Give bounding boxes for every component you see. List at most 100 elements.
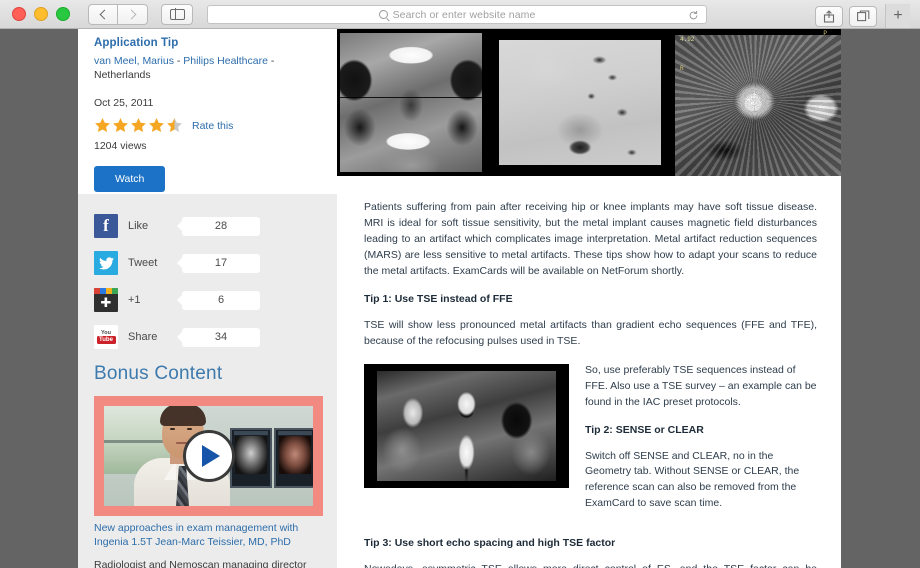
monitor-scan-image: [279, 436, 311, 474]
view-count: 1204 views: [94, 140, 147, 153]
chevron-left-icon: [99, 9, 109, 19]
publish-date: Oct 25, 2011: [94, 97, 154, 110]
ct-orientation-p-label: P: [823, 30, 827, 37]
bonus-video-card[interactable]: [94, 396, 323, 516]
window-controls: [12, 7, 70, 21]
author-separator-1: -: [173, 55, 184, 67]
close-window-button[interactable]: [12, 7, 26, 21]
video-thumbnail[interactable]: [104, 406, 313, 506]
banner-image-coronal-mri: [337, 29, 485, 176]
article-meta: Application Tip van Meel, Marius - Phili…: [78, 29, 337, 193]
star-icon[interactable]: [130, 117, 147, 134]
tip2-paragraph: Switch off SENSE and CLEAR, no in the Ge…: [585, 449, 800, 510]
star-icon[interactable]: [94, 117, 111, 134]
twitter-icon[interactable]: [94, 251, 118, 275]
banner-image-mars-mri: [485, 29, 675, 176]
tip1-side-paragraph: So, use preferably TSE sequences instead…: [585, 363, 817, 408]
person-eye-right: [187, 427, 192, 430]
article-sidebar: Application Tip van Meel, Marius - Phili…: [78, 29, 337, 568]
author-line: van Meel, Marius - Philips Healthcare - …: [94, 55, 321, 82]
person-hair: [160, 406, 206, 426]
article-intro-paragraph: Patients suffering from pain after recei…: [364, 201, 817, 277]
author-separator-2: -: [267, 55, 275, 67]
person-brow-left: [168, 423, 176, 425]
article-image-pelvis-mri: [364, 363, 569, 488]
social-label: Like: [128, 220, 149, 232]
video-subtitle: Radiologist and Nemoscan managing direct…: [94, 559, 307, 568]
star-icon[interactable]: [112, 117, 129, 134]
maximize-window-button[interactable]: [56, 7, 70, 21]
social-row-facebook[interactable]: f Like 28: [94, 214, 321, 238]
webpage-content: 4.92 P R Application Tip van Meel, Mariu…: [78, 29, 841, 568]
sidebar-toggle-button[interactable]: [161, 3, 193, 25]
ct-orientation-r-label: R: [680, 65, 684, 72]
mri-mars-render: [499, 40, 661, 165]
bonus-content-heading: Bonus Content: [94, 363, 223, 384]
toolbar-right-actions: +: [815, 4, 910, 28]
youtube-tube-text: Tube: [96, 336, 116, 344]
share-button[interactable]: [815, 5, 843, 27]
reload-icon[interactable]: [688, 10, 699, 21]
search-icon: [378, 10, 388, 19]
tip2-section: So, use preferably TSE sequences instead…: [364, 363, 817, 526]
mri-coronal-render: [340, 33, 482, 172]
monitor-toolbar: [278, 431, 312, 435]
page-title: Application Tip: [94, 37, 179, 49]
author-link[interactable]: van Meel, Marius: [94, 55, 174, 67]
sidebar-icon: [169, 8, 185, 20]
tip2-heading: Tip 2: SENSE or CLEAR: [585, 423, 704, 436]
rating-row: Rate this: [94, 117, 321, 134]
twitter-bird-glyph: [98, 256, 114, 269]
affiliation-link[interactable]: Philips Healthcare: [183, 55, 268, 67]
navigation-buttons: [88, 3, 148, 25]
forward-button[interactable]: [118, 3, 148, 25]
address-bar-placeholder-group: Search or enter website name: [378, 9, 536, 21]
facebook-icon[interactable]: f: [94, 214, 118, 238]
person-eye-left: [170, 427, 175, 430]
thumbnail-monitor-left: [230, 428, 272, 488]
social-row-twitter[interactable]: Tweet 17: [94, 251, 321, 275]
tip3-paragraph: Nowadays, asymmetric TSE allows more dir…: [364, 562, 817, 568]
social-share-panel: f Like 28 Tweet 17 ✚ +1 6 You Tube Share…: [78, 194, 337, 568]
social-count: 6: [177, 290, 260, 310]
ct-value-label: 4.92: [680, 36, 695, 43]
browser-toolbar: Search or enter website name +: [0, 0, 920, 29]
tip1-heading: Tip 1: Use TSE instead of FFE: [364, 292, 513, 305]
watch-button[interactable]: Watch: [94, 166, 166, 193]
google-plus-icon[interactable]: ✚: [94, 288, 118, 312]
rate-this-link[interactable]: Rate this: [192, 120, 233, 132]
address-bar[interactable]: Search or enter website name: [207, 5, 707, 24]
author-country: Netherlands: [94, 68, 151, 81]
social-count: 28: [177, 216, 260, 236]
plus-glyph: ✚: [100, 295, 112, 310]
star-rating[interactable]: [94, 117, 183, 134]
star-icon[interactable]: [148, 117, 165, 134]
youtube-icon[interactable]: You Tube: [94, 325, 118, 349]
tabs-icon: [856, 10, 869, 22]
banner-image-ct-metal-artifact: 4.92 P R: [675, 29, 841, 176]
play-button[interactable]: [182, 430, 235, 482]
thumbnail-monitor-right: [274, 428, 313, 488]
star-half-icon[interactable]: [166, 117, 183, 134]
monitor-scan-image: [235, 436, 267, 474]
social-label: Share: [128, 331, 158, 343]
show-all-tabs-button[interactable]: [849, 5, 877, 27]
person-brow-right: [185, 423, 193, 425]
back-button[interactable]: [88, 3, 118, 25]
article-body: Patients suffering from pain after recei…: [337, 176, 841, 568]
video-caption-link[interactable]: New approaches in exam management with I…: [94, 521, 321, 549]
new-tab-button[interactable]: +: [885, 4, 910, 28]
social-row-googleplus[interactable]: ✚ +1 6: [94, 288, 321, 312]
chevron-right-icon: [126, 9, 137, 19]
share-icon: [823, 9, 835, 23]
social-row-youtube[interactable]: You Tube Share 34: [94, 325, 321, 349]
social-count: 17: [177, 253, 260, 273]
minimize-window-button[interactable]: [34, 7, 48, 21]
facebook-glyph: f: [103, 215, 109, 235]
social-label: Tweet: [128, 257, 158, 269]
tip3-heading: Tip 3: Use short echo spacing and high T…: [364, 537, 616, 550]
tip2-text-column: So, use preferably TSE sequences instead…: [585, 363, 817, 526]
youtube-badge: You Tube: [95, 329, 117, 345]
play-icon: [202, 445, 220, 467]
monitor-toolbar: [234, 431, 268, 435]
